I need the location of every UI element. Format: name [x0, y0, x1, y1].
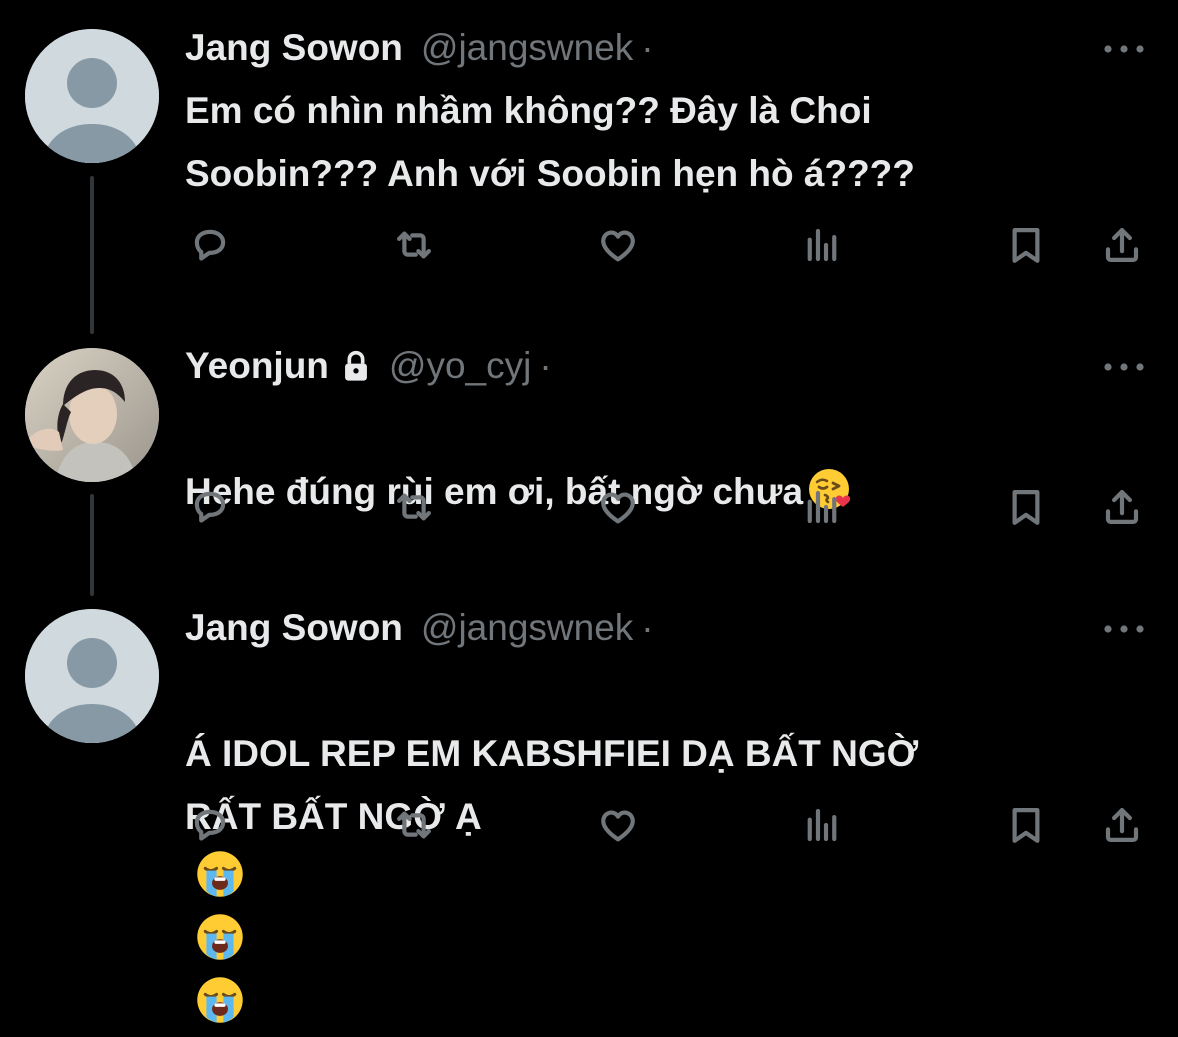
avatar[interactable] [25, 348, 159, 482]
default-avatar-icon [25, 609, 159, 743]
display-name[interactable]: Yeonjun [185, 345, 329, 387]
avatar[interactable] [25, 609, 159, 743]
like-icon [597, 804, 639, 846]
bookmark-button[interactable] [1002, 483, 1050, 531]
retweet-icon [393, 804, 435, 846]
reply-button[interactable] [186, 801, 234, 849]
tweet-header: Yeonjun @yo_cyj · [185, 343, 552, 389]
display-name[interactable]: Jang Sowon [185, 607, 403, 649]
loudly-crying-face-emoji [197, 851, 243, 897]
username-handle[interactable]: @jangswnek [421, 607, 633, 649]
more-options-icon[interactable] [1102, 43, 1146, 55]
profile-photo [25, 348, 159, 482]
share-icon [1101, 224, 1143, 266]
bookmark-icon [1005, 804, 1047, 846]
retweet-button[interactable] [390, 801, 438, 849]
views-button[interactable] [798, 483, 846, 531]
separator-dot: · [641, 27, 654, 68]
lock-icon [344, 350, 367, 381]
tweet-header: Jang Sowon @jangswnek · [185, 605, 654, 651]
retweet-icon [393, 486, 435, 528]
share-icon [1101, 804, 1143, 846]
bookmark-icon [1005, 486, 1047, 528]
reply-icon [189, 486, 231, 528]
loudly-crying-face-emoji [197, 914, 243, 960]
reply-icon [189, 224, 231, 266]
default-avatar-icon [25, 29, 159, 163]
tweet-1[interactable]: Jang Sowon @jangswnek · Em có nhìn nhầm … [0, 25, 1178, 285]
more-options-icon[interactable] [1102, 361, 1146, 373]
username-handle[interactable]: @yo_cyj [389, 345, 531, 387]
like-button[interactable] [594, 801, 642, 849]
bookmark-button[interactable] [1002, 801, 1050, 849]
views-button[interactable] [798, 801, 846, 849]
share-button[interactable] [1098, 221, 1146, 269]
separator-dot: · [641, 607, 654, 648]
like-button[interactable] [594, 221, 642, 269]
like-icon [597, 224, 639, 266]
share-button[interactable] [1098, 483, 1146, 531]
bookmark-button[interactable] [1002, 221, 1050, 269]
tweet-header: Jang Sowon @jangswnek · [185, 25, 654, 71]
tweet-3[interactable]: Jang Sowon @jangswnek · Á IDOL REP EM KA… [0, 605, 1178, 1023]
display-name[interactable]: Jang Sowon [185, 27, 403, 69]
loudly-crying-face-emoji [197, 977, 243, 1023]
retweet-button[interactable] [390, 483, 438, 531]
reply-button[interactable] [186, 483, 234, 531]
views-icon [801, 486, 843, 528]
views-icon [801, 804, 843, 846]
action-bar [0, 483, 1178, 531]
avatar[interactable] [25, 29, 159, 163]
username-handle[interactable]: @jangswnek [421, 27, 633, 69]
bookmark-icon [1005, 224, 1047, 266]
tweet-2[interactable]: Yeonjun @yo_cyj · Hehe đúng rùi em ơi, b… [0, 343, 1178, 543]
like-icon [597, 486, 639, 528]
views-icon [801, 224, 843, 266]
more-options-icon[interactable] [1102, 623, 1146, 635]
like-button[interactable] [594, 483, 642, 531]
retweet-button[interactable] [390, 221, 438, 269]
action-bar [0, 221, 1178, 269]
tweet-text: Em có nhìn nhầm không?? Đây là Choi Soob… [185, 90, 915, 194]
action-bar [0, 801, 1178, 849]
retweet-icon [393, 224, 435, 266]
views-button[interactable] [798, 221, 846, 269]
separator-dot: · [539, 345, 552, 386]
share-icon [1101, 486, 1143, 528]
reply-button[interactable] [186, 221, 234, 269]
reply-icon [189, 804, 231, 846]
share-button[interactable] [1098, 801, 1146, 849]
